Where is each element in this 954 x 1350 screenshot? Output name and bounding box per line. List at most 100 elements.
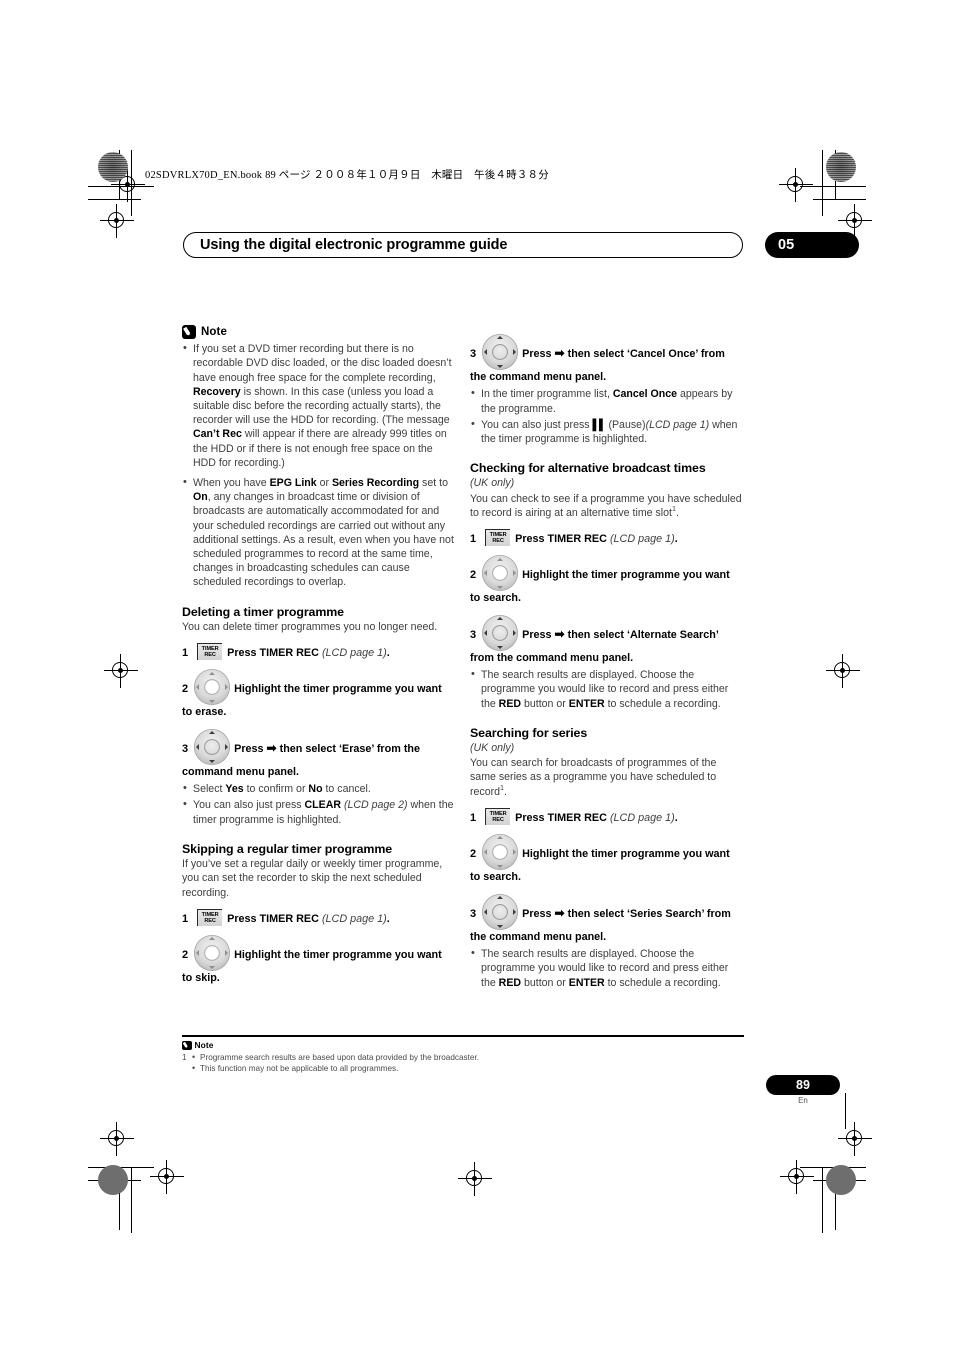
step-number: 1 bbox=[470, 811, 477, 824]
section-subheading: (UK only) bbox=[470, 742, 515, 755]
dpad-cursor-icon bbox=[482, 334, 519, 370]
registration-mark-bottom-left-lower bbox=[150, 1160, 184, 1194]
timer-rec-button-icon: TIMER REC bbox=[485, 529, 511, 547]
crop-line-br-h2 bbox=[813, 1180, 866, 1182]
section-intro: You can check to see if a programme you … bbox=[470, 492, 742, 519]
pencil-note-icon bbox=[182, 325, 196, 340]
list-item: Select Yes to confirm or No to cancel. bbox=[182, 781, 454, 796]
section-intro: You can search for broadcasts of program… bbox=[470, 757, 717, 798]
emphasis-text: Press bbox=[522, 907, 555, 920]
emphasis-text: No bbox=[308, 783, 323, 796]
crop-line-tr-h2 bbox=[813, 199, 866, 201]
registration-mark-top-right bbox=[779, 168, 813, 202]
crop-line-tl-v bbox=[131, 150, 133, 216]
page-language-code: En bbox=[798, 1096, 808, 1105]
registration-mark-middle-right bbox=[826, 654, 860, 688]
arrow-right-icon: ➡ bbox=[554, 905, 565, 920]
italic-text: (LCD page 1) bbox=[609, 811, 675, 824]
numbered-step: 3 Press ➡ then select ‘Cancel Once’ from … bbox=[470, 334, 742, 446]
emphasis-text: CLEAR bbox=[304, 799, 342, 812]
step-notes: The search results are displayed. Choose… bbox=[470, 946, 742, 990]
emphasis-text: . bbox=[674, 811, 678, 824]
pause-icon: ▌▌ bbox=[592, 418, 607, 431]
footnote-item: • This function may not be applicable to … bbox=[182, 1063, 782, 1074]
chapter-header-bar: Using the digital electronic programme g… bbox=[183, 232, 743, 258]
section-heading: Searching for series bbox=[470, 725, 588, 740]
note-bullet-list: If you set a DVD timer recording but the… bbox=[182, 341, 454, 590]
step-number: 2 bbox=[182, 949, 189, 962]
emphasis-text: . bbox=[386, 647, 390, 660]
content-section: Checking for alternative broadcast times… bbox=[470, 461, 742, 711]
emphasis-text: . bbox=[386, 912, 390, 925]
list-item: When you have EPG Link or Series Recordi… bbox=[182, 475, 454, 590]
registration-mark-bottom-right-outer bbox=[838, 1122, 872, 1156]
italic-text: (LCD page 1) bbox=[645, 418, 710, 431]
step-instruction: Press TIMER REC (LCD page 1). bbox=[227, 913, 390, 925]
step-number: 3 bbox=[470, 907, 477, 920]
numbered-step: 1 TIMER REC Press TIMER REC (LCD page 1). bbox=[470, 529, 742, 547]
registration-mark-bottom-right bbox=[780, 1160, 814, 1194]
crop-line-br-h bbox=[800, 1167, 866, 1169]
crop-line-tl-h bbox=[88, 186, 154, 188]
numbered-step: 1 TIMER REC Press TIMER REC (LCD page 1). bbox=[470, 807, 742, 825]
footnote-marker: 1 bbox=[671, 503, 676, 513]
density-patch-bottom-left bbox=[98, 1165, 128, 1195]
bullet-glyph: • bbox=[192, 1051, 196, 1062]
step-number: 2 bbox=[182, 683, 189, 696]
emphasis-text: RED bbox=[498, 697, 522, 710]
emphasis-text: Can’t Rec bbox=[193, 428, 242, 441]
section-heading: Checking for alternative broadcast times bbox=[470, 461, 706, 476]
timer-rec-button-icon: TIMER REC bbox=[197, 643, 223, 661]
note-label: Note bbox=[201, 326, 227, 338]
numbered-step: 2 Highlight the timer programme you want … bbox=[182, 669, 454, 719]
section-intro: You can delete timer programmes you no l… bbox=[182, 620, 438, 633]
chapter-number-badge: 05 bbox=[765, 232, 859, 258]
emphasis-text: Cancel Once bbox=[612, 388, 678, 401]
crop-line-tl-v2 bbox=[119, 150, 121, 200]
step-number: 3 bbox=[470, 628, 477, 641]
step-number: 2 bbox=[470, 569, 477, 582]
density-patch-top-right bbox=[826, 152, 856, 182]
step-instruction: Press TIMER REC (LCD page 1). bbox=[515, 533, 678, 545]
section-subheading: (UK only) bbox=[470, 477, 515, 490]
crop-line-tr-h bbox=[800, 186, 866, 188]
list-item: The search results are displayed. Choose… bbox=[470, 667, 742, 711]
continued-step: 3 Press ➡ then select ‘Cancel Once’ from … bbox=[470, 334, 742, 446]
footnote-divider bbox=[182, 1035, 744, 1037]
step-notes: In the timer programme list, Cancel Once… bbox=[470, 386, 742, 446]
numbered-step: 3 Press ➡ then select ‘Erase’ from the co… bbox=[182, 728, 454, 827]
emphasis-text: Press TIMER REC bbox=[515, 811, 610, 824]
dpad-cursor-icon bbox=[482, 893, 519, 930]
step-number: 3 bbox=[470, 348, 477, 360]
sub-bullet-list: In the timer programme list, Cancel Once… bbox=[470, 386, 742, 446]
arrow-right-icon: ➡ bbox=[266, 740, 277, 755]
list-item: You can also just press CLEAR (LCD page … bbox=[182, 797, 454, 826]
emphasis-text: Press TIMER REC bbox=[227, 647, 322, 660]
crop-line-tr-v bbox=[822, 150, 824, 216]
emphasis-text: Recovery bbox=[193, 385, 241, 398]
right-sections: Checking for alternative broadcast times… bbox=[470, 461, 742, 989]
step-instruction: Press TIMER REC (LCD page 1). bbox=[515, 812, 678, 824]
emphasis-text: Series Recording bbox=[331, 477, 420, 490]
emphasis-text: ENTER bbox=[568, 697, 605, 710]
registration-mark-bottom-left bbox=[100, 1122, 134, 1156]
numbered-step: 2 Highlight the timer programme you want … bbox=[470, 555, 742, 605]
footnote-block: Note 1 • Programme search results are base… bbox=[182, 1040, 782, 1074]
step-number: 3 bbox=[182, 742, 189, 755]
dpad-cursor-icon bbox=[194, 669, 231, 706]
left-sections: Deleting a timer programme You can delete… bbox=[182, 605, 454, 986]
crop-line-bl-h bbox=[88, 1167, 154, 1169]
dpad-cursor-icon bbox=[482, 614, 519, 651]
right-column: 3 Press ➡ then select ‘Cancel Once’ from … bbox=[470, 325, 742, 992]
timer-rec-button-icon: TIMER REC bbox=[197, 908, 223, 926]
dpad-cursor-icon bbox=[482, 834, 519, 871]
registration-mark-top-left-lower bbox=[100, 204, 134, 238]
emphasis-text: Press TIMER REC bbox=[227, 912, 322, 925]
section-heading: Skipping a regular timer programme bbox=[182, 841, 393, 856]
step-notes: Select Yes to confirm or No to cancel.Yo… bbox=[182, 781, 454, 827]
emphasis-text: Press bbox=[522, 348, 555, 360]
emphasis-text: Yes bbox=[225, 783, 244, 796]
crop-line-tl-h2 bbox=[88, 199, 141, 201]
registration-mark-bottom-center bbox=[458, 1162, 492, 1196]
crop-line-bl-v2 bbox=[119, 1180, 121, 1230]
